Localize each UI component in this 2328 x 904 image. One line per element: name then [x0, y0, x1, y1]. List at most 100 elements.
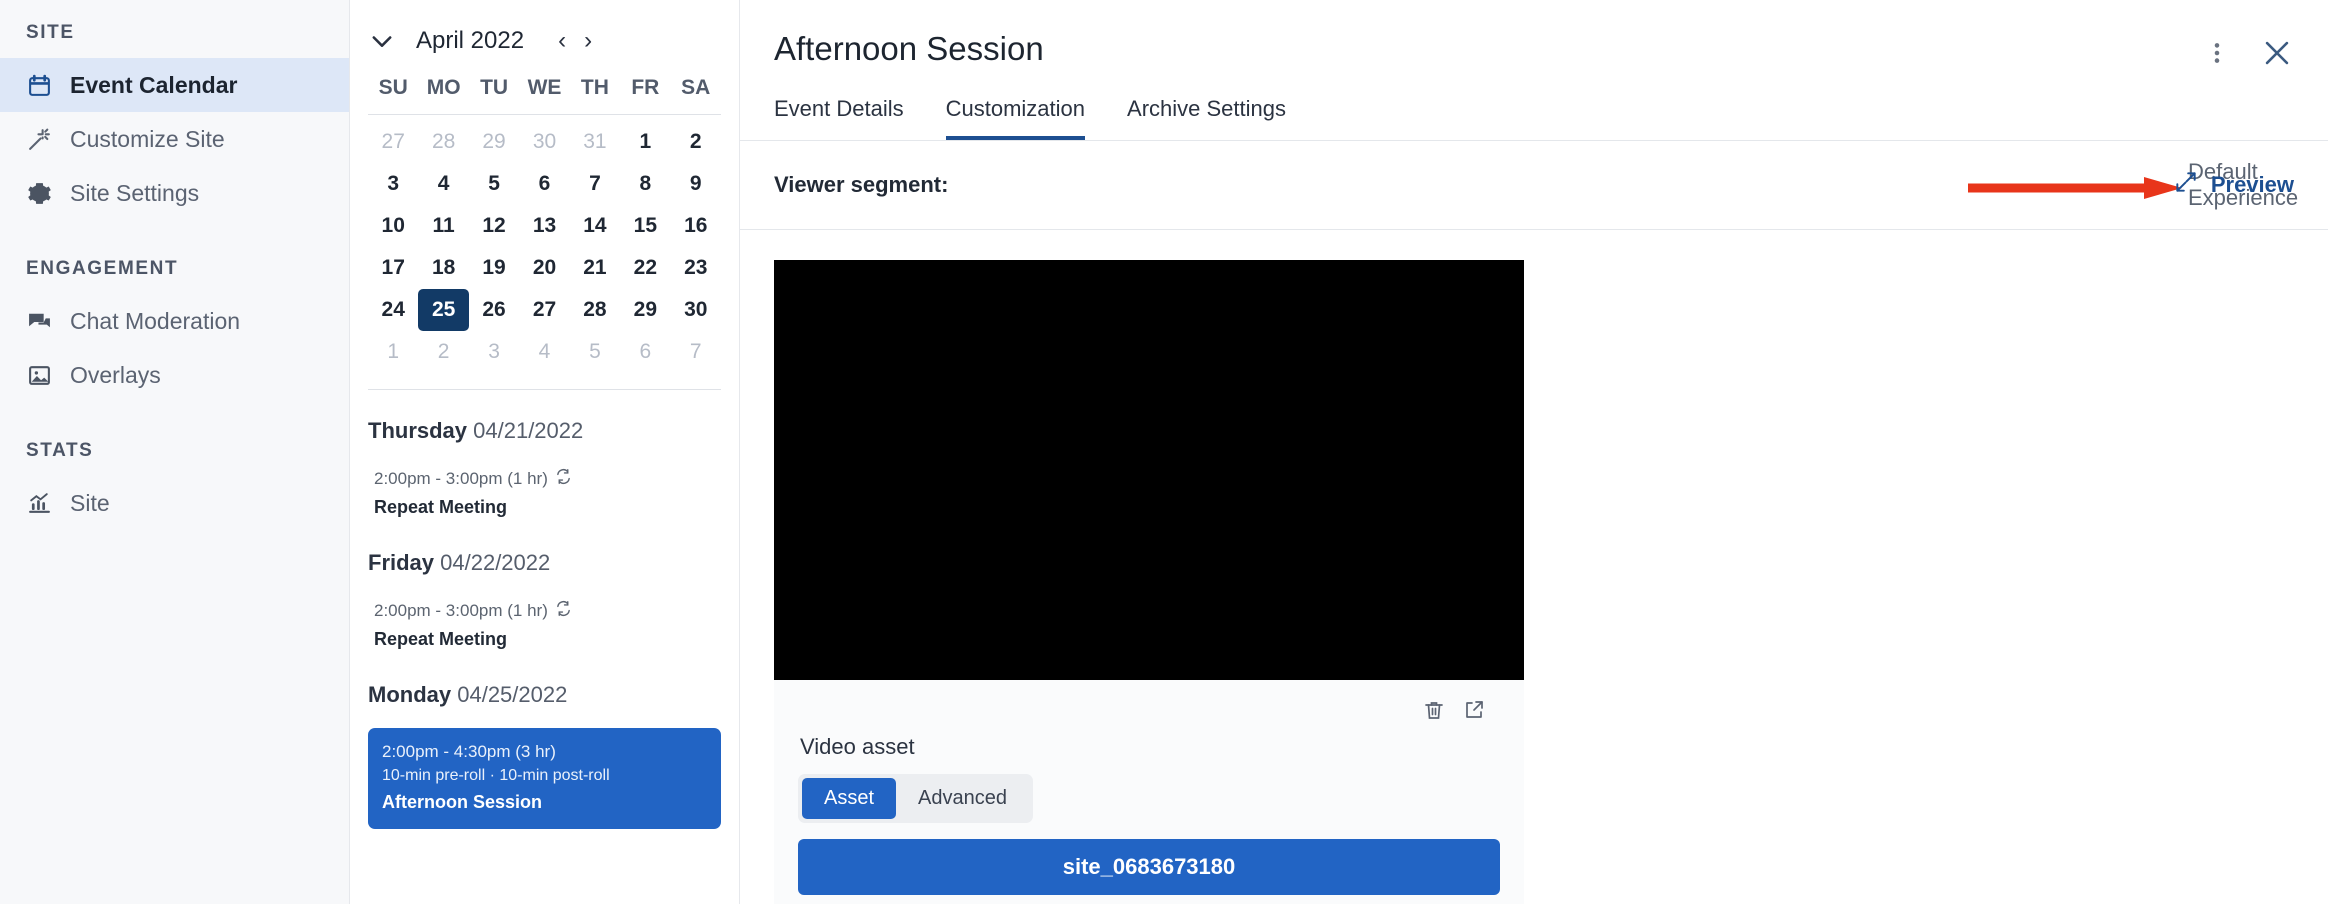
calendar-day[interactable]: 9	[671, 163, 721, 205]
sidebar-item-label: Event Calendar	[70, 71, 238, 98]
external-link-icon[interactable]	[1462, 698, 1486, 722]
toggle-advanced[interactable]: Advanced	[896, 778, 1029, 819]
calendar-day[interactable]: 20	[519, 247, 569, 289]
calendar-day[interactable]: 13	[519, 205, 569, 247]
event-day-weekday: Monday	[368, 682, 452, 707]
calendar-day[interactable]: 12	[469, 205, 519, 247]
calendar-next-month-button[interactable]: ›	[580, 27, 596, 55]
viewer-segment-divider	[740, 229, 2328, 230]
calendar-day[interactable]: 18	[418, 247, 468, 289]
calendar-day[interactable]: 7	[570, 163, 620, 205]
asset-chip[interactable]: site_0683673180	[798, 839, 1500, 895]
sidebar-item-label: Site	[70, 489, 110, 516]
event-time-text: 2:00pm - 3:00pm (1 hr)	[374, 601, 548, 620]
calendar-day[interactable]: 22	[620, 247, 670, 289]
asset-action-icons	[798, 690, 1500, 724]
calendar-month-label: April 2022	[416, 27, 525, 54]
calendar-day[interactable]: 4	[418, 163, 468, 205]
calendar-day[interactable]: 2	[671, 121, 721, 163]
event-card[interactable]: 2:00pm - 3:00pm (1 hr) Repeat Meeting	[368, 596, 721, 654]
expand-diagonal-icon	[2173, 169, 2199, 201]
calendar-day[interactable]: 11	[418, 205, 468, 247]
page-title: Afternoon Session	[774, 30, 1044, 67]
calendar-day-header: SA	[681, 76, 711, 99]
event-card[interactable]: 2:00pm - 3:00pm (1 hr) Repeat Meeting	[368, 464, 721, 522]
tab-customization[interactable]: Customization	[945, 96, 1086, 140]
calendar-day[interactable]: 29	[620, 289, 670, 331]
toggle-asset[interactable]: Asset	[802, 778, 897, 819]
calendar-day-header: WE	[527, 76, 562, 99]
viewer-segment-row: Viewer segment: Default Experience Previ…	[740, 141, 2328, 229]
calendar-day[interactable]: 31	[570, 121, 620, 163]
calendar-day-selected[interactable]: 25	[418, 289, 469, 331]
kebab-menu-icon[interactable]	[2204, 40, 2230, 66]
event-day-label: Thursday 04/21/2022	[368, 418, 721, 444]
calendar-day[interactable]: 3	[469, 331, 519, 373]
calendar-day[interactable]: 27	[519, 289, 569, 331]
calendar-day[interactable]: 5	[469, 163, 519, 205]
close-icon[interactable]	[2260, 36, 2294, 70]
tab-archive-settings[interactable]: Archive Settings	[1127, 96, 1286, 140]
calendar-day[interactable]: 6	[620, 331, 670, 373]
calendar-day[interactable]: 23	[671, 247, 721, 289]
calendar-day[interactable]: 29	[469, 121, 519, 163]
calendar-day[interactable]: 10	[368, 205, 418, 247]
calendar-day[interactable]: 19	[469, 247, 519, 289]
calendar-day[interactable]: 14	[570, 205, 620, 247]
calendar-day[interactable]: 5	[570, 331, 620, 373]
calendar-grid: SU MO TU WE TH FR SA 27 28 29 30 31 1 2 3 4 5 6 7 8 9…	[350, 70, 739, 373]
calendar-day[interactable]: 30	[519, 121, 569, 163]
video-asset-panel: Video asset Asset Advanced site_06836731…	[774, 680, 1524, 904]
viewer-segment-label: Viewer segment:	[774, 172, 949, 197]
event-card-selected[interactable]: 2:00pm - 4:30pm (3 hr) 10-min pre-roll · …	[368, 728, 721, 829]
sidebar-item-overlays[interactable]: Overlays	[0, 348, 349, 402]
sidebar-item-site-settings[interactable]: Site Settings	[0, 166, 349, 220]
event-title: Repeat Meeting	[374, 629, 508, 649]
detail-header-actions	[2204, 30, 2294, 70]
calendar-day[interactable]: 8	[620, 163, 670, 205]
calendar-day-header: TU	[480, 76, 509, 99]
calendar-day[interactable]: 17	[368, 247, 418, 289]
event-day-weekday: Friday	[368, 550, 435, 575]
sidebar-section-title-site: SITE	[26, 22, 75, 43]
bar-chart-icon	[26, 490, 52, 516]
sidebar-section-stats: STATS Site	[0, 440, 349, 530]
sidebar-item-site-stats[interactable]: Site	[0, 476, 349, 530]
calendar-day[interactable]: 4	[519, 331, 569, 373]
calendar-day[interactable]: 1	[368, 331, 418, 373]
calendar-day[interactable]: 26	[469, 289, 519, 331]
calendar-day[interactable]: 2	[418, 331, 468, 373]
calendar-day[interactable]: 24	[368, 289, 418, 331]
trash-icon[interactable]	[1422, 698, 1446, 722]
calendar-day-header: TH	[580, 76, 609, 99]
video-player[interactable]	[774, 260, 1524, 680]
image-icon	[26, 362, 52, 388]
sidebar-section-title-engagement: ENGAGEMENT	[26, 258, 179, 279]
repeat-icon	[555, 468, 572, 490]
sidebar-item-event-calendar[interactable]: Event Calendar	[0, 58, 349, 112]
calendar-day[interactable]: 3	[368, 163, 418, 205]
event-day-date: 04/22/2022	[434, 550, 551, 575]
calendar-day[interactable]: 16	[671, 205, 721, 247]
calendar-prev-month-button[interactable]: ‹	[554, 27, 570, 55]
chevron-down-icon[interactable]	[368, 27, 396, 55]
calendar-day[interactable]: 1	[620, 121, 670, 163]
calendar-day[interactable]: 6	[519, 163, 569, 205]
sidebar-item-customize-site[interactable]: Customize Site	[0, 112, 349, 166]
calendar-day-header: MO	[426, 76, 461, 99]
event-subtitle: 10-min pre-roll · 10-min post-roll	[382, 767, 610, 784]
event-detail-panel: Afternoon Session Event Details Customiz…	[740, 0, 2328, 904]
calendar-day[interactable]: 28	[418, 121, 468, 163]
calendar-day[interactable]: 27	[368, 121, 418, 163]
sidebar-item-chat-moderation[interactable]: Chat Moderation	[0, 294, 349, 348]
calendar-day[interactable]: 15	[620, 205, 670, 247]
preview-button[interactable]: Preview	[2173, 169, 2294, 201]
calendar-day[interactable]: 30	[671, 289, 721, 331]
gear-icon	[26, 180, 52, 206]
sidebar-item-label: Overlays	[70, 361, 161, 388]
tab-event-details[interactable]: Event Details	[774, 96, 904, 140]
calendar-day[interactable]: 7	[671, 331, 721, 373]
calendar-day[interactable]: 28	[570, 289, 620, 331]
calendar-day[interactable]: 21	[570, 247, 620, 289]
calendar-day-header: SU	[378, 76, 408, 99]
